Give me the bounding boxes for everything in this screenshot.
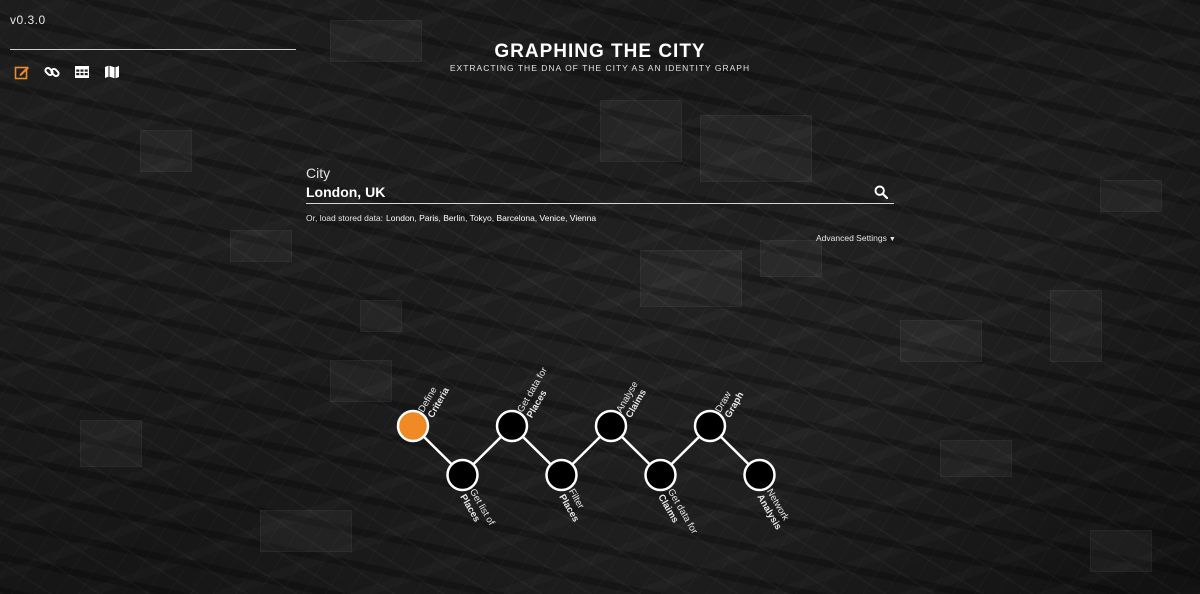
pipeline-step-node[interactable] — [693, 409, 727, 443]
pipeline-step-node[interactable] — [396, 409, 430, 443]
pipeline-step-label: Get data forPlaces — [515, 366, 550, 420]
pipeline-step-label: Get list ofPlaces — [457, 487, 496, 528]
pipeline-step-label: NetworkAnalysis — [754, 487, 791, 532]
pipeline-step-node[interactable] — [545, 458, 578, 492]
pipeline-step-node[interactable] — [446, 458, 479, 492]
pipeline-steps: DefineCriteriaGet list ofPlacesGet data … — [396, 366, 791, 536]
app-page: v0.3.0 GRAPHING THE CITY EXTRACTING THE … — [0, 0, 1200, 594]
pipeline-step-node[interactable] — [644, 458, 677, 492]
pipeline-step-node[interactable] — [743, 458, 776, 492]
pipeline-step-node[interactable] — [594, 409, 628, 443]
pipeline-step-label: Get data forClaims — [655, 487, 699, 536]
pipeline-step-node[interactable] — [495, 409, 529, 443]
pipeline-step-label: FilterPlaces — [556, 487, 586, 524]
